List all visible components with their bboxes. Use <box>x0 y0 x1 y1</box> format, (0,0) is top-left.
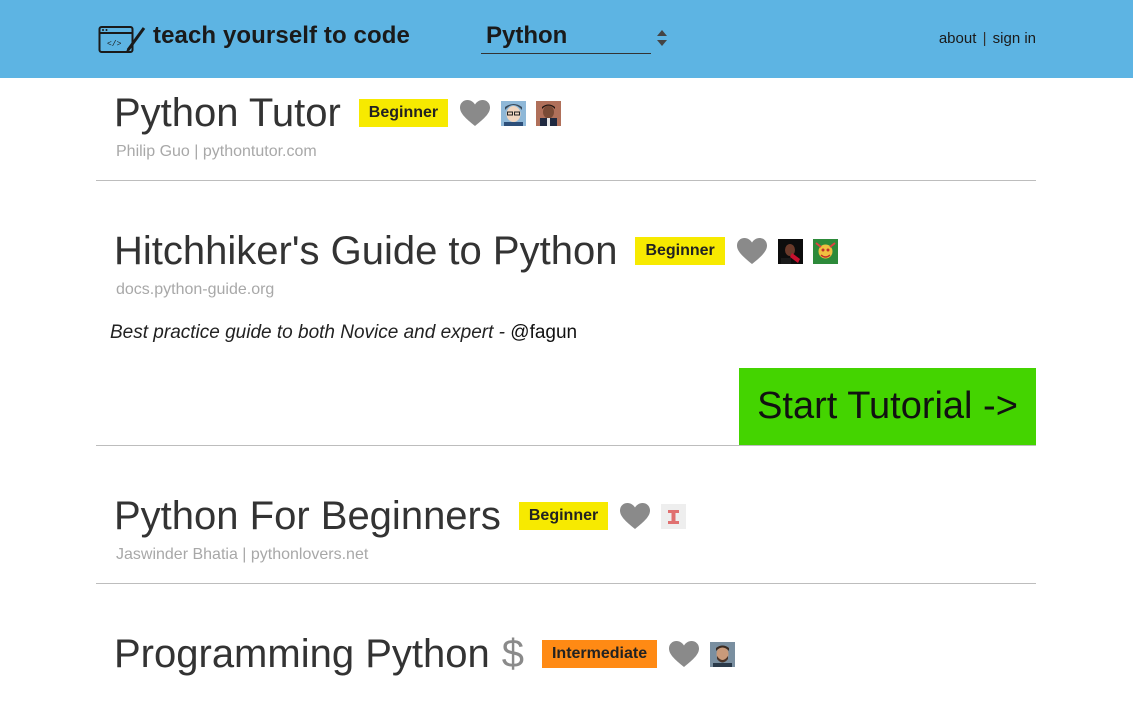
brand-title[interactable]: teach yourself to code <box>153 22 410 50</box>
resource-title-row: Python For Beginners Beginner <box>114 493 687 539</box>
user-avatar-icon[interactable] <box>777 238 803 264</box>
start-tutorial-button[interactable]: Start Tutorial -> <box>739 368 1036 445</box>
resource-item: Python For Beginners Beginner Jaswinder … <box>96 446 1036 584</box>
svg-text:</>: </> <box>107 40 122 49</box>
resource-title-row: Programming Python $ Intermediate <box>114 631 736 677</box>
resource-title[interactable]: Programming Python <box>114 631 490 677</box>
user-avatar-icon[interactable] <box>710 641 736 667</box>
user-avatar-icon[interactable] <box>812 238 838 264</box>
resource-title[interactable]: Hitchhiker's Guide to Python <box>114 228 617 274</box>
resource-title-row: Hitchhiker's Guide to Python Beginner <box>114 228 838 274</box>
comment-text: Best practice guide to both Novice and e… <box>110 322 511 343</box>
heart-icon[interactable] <box>668 640 700 668</box>
level-badge: Beginner <box>518 502 609 530</box>
comment-author[interactable]: @fagun <box>510 322 577 343</box>
heart-icon[interactable] <box>619 502 651 530</box>
nav-separator: | <box>982 30 987 47</box>
top-header: </> teach yourself to code Python about … <box>0 0 1133 78</box>
language-select-value: Python <box>486 22 568 49</box>
sign-in-link[interactable]: sign in <box>993 30 1036 47</box>
top-nav: about | sign in <box>939 30 1036 47</box>
user-avatar-icon[interactable] <box>501 100 527 126</box>
level-badge: Beginner <box>635 237 725 265</box>
level-badge: Beginner <box>358 99 449 127</box>
resource-title[interactable]: Python Tutor <box>114 90 341 136</box>
resource-subtitle: Jaswinder Bhatia | pythonlovers.net <box>116 546 369 563</box>
resource-title-row: Python Tutor Beginner <box>114 90 562 136</box>
about-link[interactable]: about <box>939 30 977 47</box>
updown-arrows-icon <box>657 30 667 46</box>
resource-comment: Best practice guide to both Novice and e… <box>110 322 577 344</box>
resource-item: Python Tutor Beginner Philip Guo | pytho… <box>96 78 1036 181</box>
level-badge: Intermediate <box>541 640 658 668</box>
user-avatar-icon[interactable] <box>661 503 687 529</box>
resource-title[interactable]: Python For Beginners <box>114 493 501 539</box>
resource-item: Hitchhiker's Guide to Python Beginner do… <box>96 181 1036 446</box>
code-window-logo-icon[interactable]: </> <box>98 24 146 54</box>
paid-dollar-icon: $ <box>501 631 524 676</box>
resource-item: Programming Python $ Intermediate <box>96 584 1036 724</box>
language-select[interactable]: Python <box>481 20 667 54</box>
heart-icon[interactable] <box>736 237 768 265</box>
user-avatar-icon[interactable] <box>536 100 562 126</box>
heart-icon[interactable] <box>459 99 491 127</box>
resource-subtitle: docs.python-guide.org <box>116 281 275 298</box>
resource-subtitle: Philip Guo | pythontutor.com <box>116 143 317 160</box>
